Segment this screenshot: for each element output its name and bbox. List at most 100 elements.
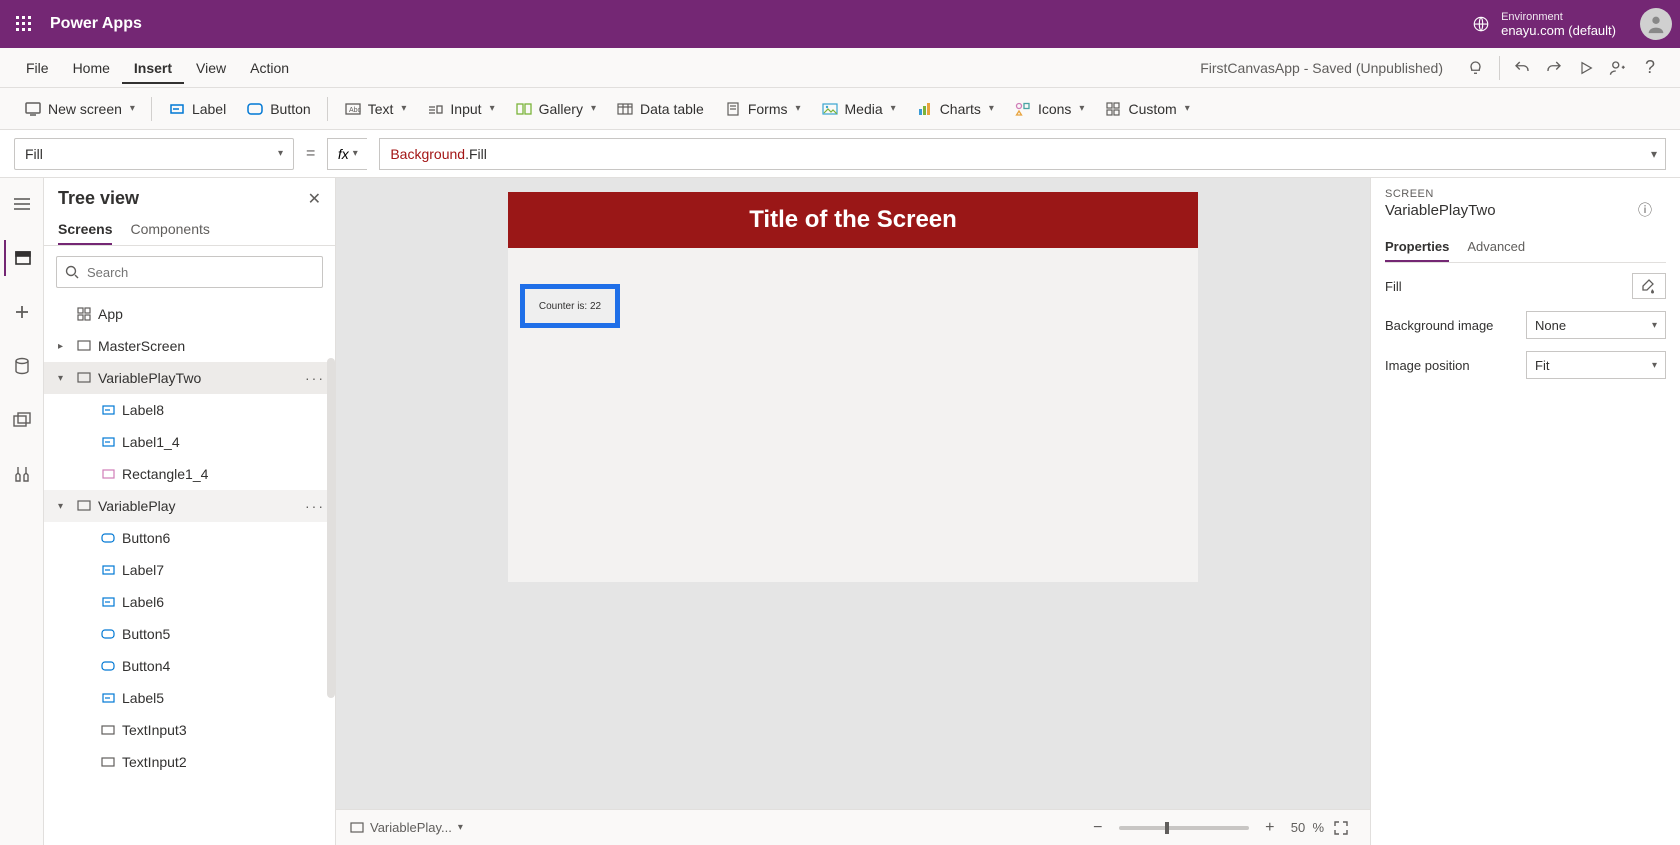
- chevron-down-icon[interactable]: ▾: [58, 501, 70, 512]
- menu-file[interactable]: File: [14, 52, 61, 84]
- hamburger-icon[interactable]: [4, 186, 40, 222]
- formula-input[interactable]: Background.Fill ▾: [379, 138, 1666, 170]
- menu-insert[interactable]: Insert: [122, 52, 184, 84]
- label-icon: [168, 100, 186, 118]
- insert-button-text: Button: [270, 101, 310, 117]
- tree-search-input[interactable]: [87, 265, 314, 280]
- help-icon[interactable]: ?: [1634, 52, 1666, 84]
- insert-input-button[interactable]: Input ▾: [416, 94, 504, 124]
- tree-item-rectangle1-4[interactable]: Rectangle1_4: [44, 458, 335, 490]
- tree-item-label: VariablePlay: [98, 498, 176, 514]
- environment-block[interactable]: Environment enayu.com (default): [1501, 10, 1616, 38]
- breadcrumb[interactable]: VariablePlay... ▾: [350, 820, 463, 835]
- tree-item-label8[interactable]: Label8: [44, 394, 335, 426]
- chevron-down-icon[interactable]: ▾: [58, 373, 70, 384]
- tree-item-label5[interactable]: Label5: [44, 682, 335, 714]
- tab-components[interactable]: Components: [130, 215, 209, 245]
- zoom-thumb[interactable]: [1165, 822, 1169, 834]
- prop-kind: SCREEN: [1385, 188, 1666, 200]
- insert-rail-icon[interactable]: [4, 294, 40, 330]
- tree-item-label1-4[interactable]: Label1_4: [44, 426, 335, 458]
- tree-item-label7[interactable]: Label7: [44, 554, 335, 586]
- insert-charts-button[interactable]: Charts ▾: [906, 94, 1004, 124]
- tab-advanced[interactable]: Advanced: [1467, 233, 1525, 262]
- tree-item-label: Label5: [122, 690, 164, 706]
- tree-item-button4[interactable]: Button4: [44, 650, 335, 682]
- more-icon[interactable]: ···: [305, 370, 325, 386]
- button-icon: [100, 530, 116, 546]
- fx-button[interactable]: fx ▾: [327, 138, 367, 170]
- avatar[interactable]: [1640, 8, 1672, 40]
- forms-icon: [724, 100, 742, 118]
- chevron-down-icon: ▾: [989, 103, 994, 114]
- tree-view-title: Tree view: [58, 188, 139, 209]
- zoom-out-button[interactable]: −: [1087, 819, 1109, 837]
- tree-item-label: Rectangle1_4: [122, 466, 208, 482]
- tree-item-variableplaytwo[interactable]: ▾ VariablePlayTwo ···: [44, 362, 335, 394]
- insert-text-button[interactable]: Abc Text ▾: [334, 94, 417, 124]
- property-selector[interactable]: Fill ▾: [14, 138, 294, 170]
- canvas-stage[interactable]: Title of the Screen Counter is: 22: [336, 178, 1370, 809]
- new-screen-button[interactable]: New screen ▾: [14, 94, 145, 124]
- redo-icon[interactable]: [1538, 52, 1570, 84]
- environment-icon[interactable]: [1467, 10, 1495, 38]
- tree-item-label: Button5: [122, 626, 170, 642]
- screen-canvas[interactable]: Title of the Screen Counter is: 22: [508, 192, 1198, 582]
- insert-gallery-button[interactable]: Gallery ▾: [505, 94, 606, 124]
- tree-item-textinput2[interactable]: TextInput2: [44, 746, 335, 778]
- screen-title-bar[interactable]: Title of the Screen: [508, 192, 1198, 248]
- share-icon[interactable]: [1602, 52, 1634, 84]
- insert-media-button[interactable]: Media ▾: [811, 94, 906, 124]
- imgpos-select[interactable]: Fit ▾: [1526, 351, 1666, 379]
- more-icon[interactable]: ···: [305, 498, 325, 514]
- app-icon: [76, 306, 92, 322]
- app-launcher-icon[interactable]: [8, 8, 40, 40]
- tree-scrollbar[interactable]: [327, 358, 335, 698]
- tree-view-icon[interactable]: [4, 240, 40, 276]
- menu-action[interactable]: Action: [238, 52, 301, 84]
- insert-custom-button[interactable]: Custom ▾: [1094, 94, 1199, 124]
- canvas-wrap: Title of the Screen Counter is: 22 Varia…: [336, 178, 1370, 845]
- tools-rail-icon[interactable]: [4, 456, 40, 492]
- fit-to-window-icon[interactable]: [1334, 821, 1356, 835]
- fill-color-picker[interactable]: [1632, 273, 1666, 299]
- close-icon[interactable]: ✕: [308, 189, 321, 209]
- prop-row-imgpos: Image position Fit ▾: [1385, 351, 1666, 379]
- tree-item-app[interactable]: App: [44, 298, 335, 330]
- imgpos-value: Fit: [1535, 358, 1549, 373]
- menu-home[interactable]: Home: [61, 52, 122, 84]
- tree-item-variableplay[interactable]: ▾ VariablePlay ···: [44, 490, 335, 522]
- zoom-in-button[interactable]: +: [1259, 819, 1281, 837]
- bgimage-select[interactable]: None ▾: [1526, 311, 1666, 339]
- info-icon[interactable]: ⓘ: [1638, 200, 1652, 220]
- tree-search[interactable]: [56, 256, 323, 288]
- tree-item-textinput3[interactable]: TextInput3: [44, 714, 335, 746]
- chevron-down-icon: ▾: [458, 822, 463, 833]
- menu-view[interactable]: View: [184, 52, 238, 84]
- media-rail-icon[interactable]: [4, 402, 40, 438]
- tree-item-label: MasterScreen: [98, 338, 185, 354]
- undo-icon[interactable]: [1506, 52, 1538, 84]
- insert-icons-button[interactable]: Icons ▾: [1004, 94, 1095, 124]
- zoom-slider[interactable]: [1119, 826, 1249, 830]
- tree-item-button5[interactable]: Button5: [44, 618, 335, 650]
- tab-screens[interactable]: Screens: [58, 215, 112, 245]
- insert-forms-button[interactable]: Forms ▾: [714, 94, 811, 124]
- tree-item-label: Label7: [122, 562, 164, 578]
- insert-label-button[interactable]: Label: [158, 94, 236, 124]
- app-checker-icon[interactable]: [1461, 52, 1493, 84]
- textinput-icon: [100, 754, 116, 770]
- insert-datatable-button[interactable]: Data table: [606, 94, 714, 124]
- expand-formula-icon[interactable]: ▾: [1651, 147, 1657, 161]
- tree-item-button6[interactable]: Button6: [44, 522, 335, 554]
- chevron-right-icon[interactable]: ▸: [58, 341, 70, 352]
- chevron-down-icon: ▾: [1652, 360, 1657, 371]
- insert-button-button[interactable]: Button: [236, 94, 320, 124]
- app-title: Power Apps: [50, 15, 142, 33]
- tree-item-masterscreen[interactable]: ▸ MasterScreen: [44, 330, 335, 362]
- counter-label[interactable]: Counter is: 22: [520, 284, 620, 328]
- tab-properties[interactable]: Properties: [1385, 233, 1449, 262]
- data-rail-icon[interactable]: [4, 348, 40, 384]
- tree-item-label6[interactable]: Label6: [44, 586, 335, 618]
- play-icon[interactable]: [1570, 52, 1602, 84]
